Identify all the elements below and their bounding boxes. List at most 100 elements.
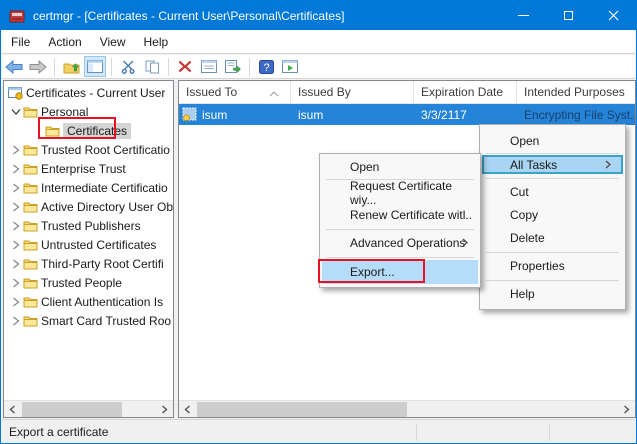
context-menu-item-properties[interactable]: Properties	[482, 255, 623, 277]
folder-icon	[23, 258, 41, 270]
copy-button[interactable]	[141, 56, 163, 77]
maximize-button[interactable]	[546, 1, 591, 30]
tree-item-trusted-people[interactable]: Trusted People	[4, 273, 173, 292]
delete-button[interactable]	[174, 56, 196, 77]
forward-button[interactable]	[27, 56, 49, 77]
submenu-item-renew-certificate[interactable]: Renew Certificate witl..	[322, 204, 478, 226]
tree-item-label[interactable]: Trusted People	[41, 276, 122, 290]
minimize-button[interactable]	[501, 1, 546, 30]
chevron-right-icon[interactable]	[9, 259, 23, 269]
menu-view[interactable]: View	[91, 30, 135, 54]
context-menu-item-open[interactable]: Open	[482, 129, 623, 152]
scroll-right-icon[interactable]	[156, 401, 173, 418]
tree-item-label[interactable]: Third-Party Root Certifi	[41, 257, 164, 271]
chevron-down-icon[interactable]	[9, 108, 23, 116]
tree-item-third-party[interactable]: Third-Party Root Certifi	[4, 254, 173, 273]
menu-file[interactable]: File	[2, 30, 39, 54]
certificates-store-icon	[8, 86, 26, 100]
scroll-left-icon[interactable]	[179, 401, 196, 418]
chevron-right-icon[interactable]	[9, 297, 23, 307]
menu-help[interactable]: Help	[135, 30, 178, 54]
tree-item-certificates-current-user[interactable]: Certificates - Current User	[4, 83, 173, 102]
tree-item-label[interactable]: Untrusted Certificates	[41, 238, 156, 252]
cell-expiration-date: 3/3/2117	[414, 108, 517, 122]
tree-horizontal-scrollbar[interactable]	[4, 400, 173, 417]
chevron-right-icon[interactable]	[9, 316, 23, 326]
chevron-right-icon[interactable]	[9, 145, 23, 155]
help-button[interactable]: ?	[255, 56, 277, 77]
close-button[interactable]	[591, 1, 636, 30]
column-header-intended-purposes[interactable]: Intended Purposes	[517, 81, 635, 104]
tree-item-trusted-publishers[interactable]: Trusted Publishers	[4, 216, 173, 235]
chevron-right-icon[interactable]	[9, 164, 23, 174]
tree-item-smart-card[interactable]: Smart Card Trusted Roo	[4, 311, 173, 330]
submenu-item-open[interactable]: Open	[322, 156, 478, 177]
chevron-right-icon[interactable]	[9, 240, 23, 250]
show-console-tree-button[interactable]	[84, 56, 106, 77]
tree-item-trusted-root[interactable]: Trusted Root Certificatio	[4, 140, 173, 159]
menu-separator	[326, 229, 474, 230]
export-list-button[interactable]	[222, 56, 244, 77]
show-action-pane-button[interactable]	[279, 56, 301, 77]
back-button[interactable]	[3, 56, 25, 77]
certmgr-window: certmgr - [Certificates - Current User\P…	[0, 0, 637, 444]
show-action-pane-icon	[282, 60, 298, 73]
close-icon	[608, 10, 619, 21]
properties-button[interactable]	[198, 56, 220, 77]
titlebar[interactable]: certmgr - [Certificates - Current User\P…	[1, 1, 636, 30]
menu-separator	[486, 153, 619, 154]
column-header-expiration-date[interactable]: Expiration Date	[414, 81, 517, 104]
tree-item-label[interactable]: Client Authentication Is	[41, 295, 163, 309]
tree-item-untrusted[interactable]: Untrusted Certificates	[4, 235, 173, 254]
scroll-right-icon[interactable]	[618, 401, 635, 418]
tree-item-client-authentication[interactable]: Client Authentication Is	[4, 292, 173, 311]
context-menu-item-help[interactable]: Help	[482, 283, 623, 305]
folder-icon	[23, 296, 41, 308]
tree-item-label[interactable]: Certificates - Current User	[26, 86, 165, 100]
menu-separator	[326, 257, 474, 258]
toolbar: ?	[2, 55, 635, 79]
tree-item-label[interactable]: Intermediate Certificatio	[41, 181, 168, 195]
tree-item-label[interactable]: Smart Card Trusted Roo	[41, 314, 171, 328]
chevron-right-icon[interactable]	[9, 221, 23, 231]
chevron-right-icon[interactable]	[9, 202, 23, 212]
cut-button[interactable]	[117, 56, 139, 77]
scrollbar-thumb[interactable]	[197, 402, 407, 417]
tree-item-intermediate[interactable]: Intermediate Certificatio	[4, 178, 173, 197]
properties-icon	[201, 60, 217, 73]
submenu-arrow-icon	[605, 158, 611, 172]
chevron-right-icon[interactable]	[9, 278, 23, 288]
context-menu-item-all-tasks[interactable]: All Tasks	[482, 155, 623, 174]
help-icon: ?	[259, 60, 274, 74]
up-one-level-icon	[63, 60, 80, 74]
tree-item-label[interactable]: Trusted Publishers	[41, 219, 141, 233]
column-header-issued-to[interactable]: Issued To	[179, 81, 291, 104]
context-menu-item-copy[interactable]: Copy	[482, 204, 623, 226]
chevron-right-icon[interactable]	[9, 183, 23, 193]
submenu-item-advanced-operations[interactable]: Advanced Operations	[322, 232, 478, 254]
certificate-row-isum[interactable]: isum isum 3/3/2117 Encrypting File Syst.…	[179, 104, 635, 125]
cell-intended-purposes: Encrypting File Syst...	[517, 108, 635, 122]
window-title: certmgr - [Certificates - Current User\P…	[33, 9, 344, 23]
certificate-icon	[182, 107, 198, 122]
menu-action[interactable]: Action	[39, 30, 90, 54]
status-text: Export a certificate	[9, 425, 108, 439]
tree-item-label[interactable]: Active Directory User Ob	[41, 200, 173, 214]
context-menu-item-delete[interactable]: Delete	[482, 227, 623, 249]
column-header-issued-by[interactable]: Issued By	[291, 81, 414, 104]
list-horizontal-scrollbar[interactable]	[179, 400, 635, 417]
cell-issued-to: isum	[202, 108, 227, 122]
folder-icon	[23, 144, 41, 156]
tree-item-label[interactable]: Enterprise Trust	[41, 162, 126, 176]
tree-item-active-directory[interactable]: Active Directory User Ob	[4, 197, 173, 216]
submenu-arrow-icon	[462, 236, 468, 250]
up-one-level-button[interactable]	[60, 56, 82, 77]
context-menu-item-cut[interactable]: Cut	[482, 181, 623, 203]
scrollbar-thumb[interactable]	[22, 402, 122, 417]
submenu-item-request-certificate[interactable]: Request Certificate wiy...	[322, 182, 478, 204]
tree-item-label[interactable]: Trusted Root Certificatio	[41, 143, 170, 157]
scroll-left-icon[interactable]	[4, 401, 21, 418]
toolbar-separator	[168, 58, 169, 76]
annotation-box-export	[318, 259, 425, 283]
tree-item-enterprise-trust[interactable]: Enterprise Trust	[4, 159, 173, 178]
